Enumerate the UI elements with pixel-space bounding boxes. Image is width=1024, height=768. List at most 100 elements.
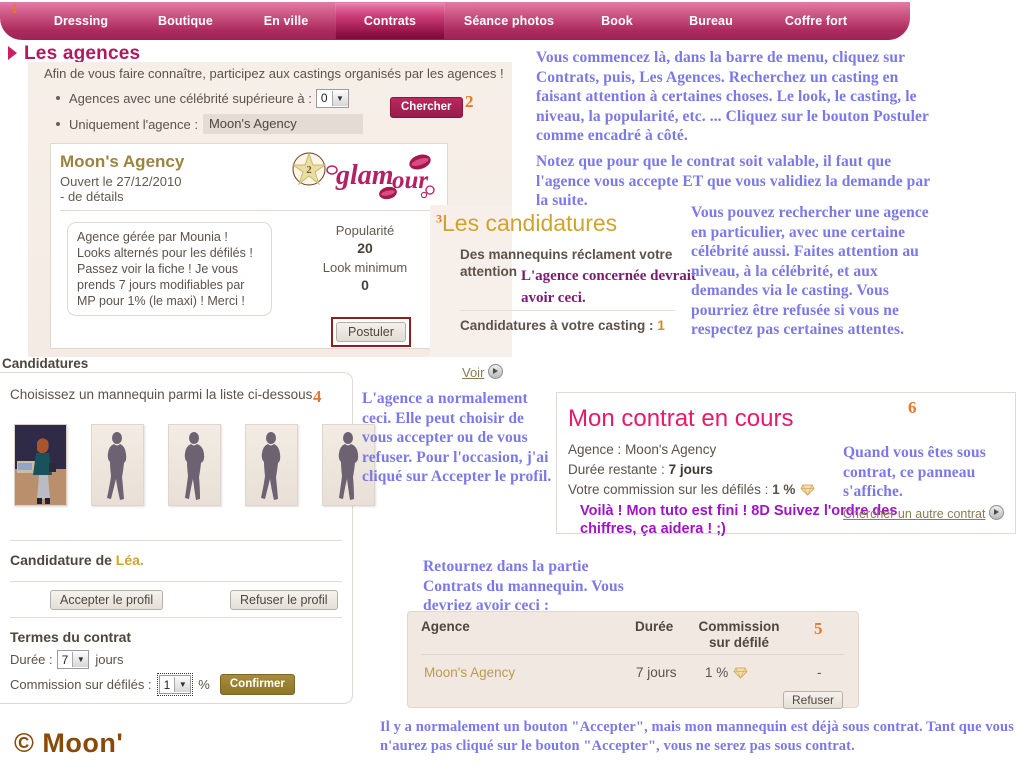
glamour-logo: glam our xyxy=(326,154,435,200)
current-contract-title: Mon contrat en cours xyxy=(568,405,794,432)
model-thumbnail-list xyxy=(14,424,375,506)
agency-card-opened: Ouvert le 27/12/2010 xyxy=(60,174,182,189)
diamond-icon xyxy=(733,667,748,679)
candidate-name: Léa. xyxy=(115,552,144,568)
duration-unit: jours xyxy=(95,652,124,667)
table-header-agency: Agence xyxy=(421,619,470,634)
search-other-contract-text: Chercher un autre contrat xyxy=(843,507,986,521)
play-arrow-icon xyxy=(989,505,1005,520)
svg-text:our: our xyxy=(392,167,428,194)
see-link-text: Voir xyxy=(462,365,485,380)
nav-item-coffre-fort[interactable]: Coffre fort xyxy=(761,3,871,40)
filter-celebrity: Agences avec une célébrité supérieure à … xyxy=(44,88,444,108)
model-photo xyxy=(15,425,66,505)
table-refuse-button[interactable]: Refuser xyxy=(783,691,844,709)
duration-select[interactable]: 7 ▼ xyxy=(56,650,90,669)
note-under-contract: Quand vous êtes sous contrat, ce panneau… xyxy=(843,444,986,500)
divider xyxy=(10,617,342,618)
nav-item-book[interactable]: Book xyxy=(573,3,661,40)
model-silhouette-thumb[interactable] xyxy=(91,424,144,506)
look-minimum-value: 0 xyxy=(361,277,369,293)
commission-select-value: 1 xyxy=(163,677,171,692)
candidatures-count-value: 1 xyxy=(657,318,665,333)
copyright-text: © Moon' xyxy=(14,728,124,758)
divider xyxy=(10,581,342,582)
contract-commission-label: Votre commission sur les défilés : xyxy=(568,482,769,497)
nav-item-en-ville[interactable]: En ville xyxy=(237,3,335,40)
popularity-value: 20 xyxy=(357,240,373,256)
divider xyxy=(460,310,675,311)
note-mid-right: Notez que pour que le contrat soit valab… xyxy=(536,153,930,209)
confirm-button[interactable]: Confirmer xyxy=(219,674,295,695)
duration-row: Durée : 7 ▼ jours xyxy=(10,650,124,669)
filter-celebrity-label: Agences avec une célébrité supérieure à … xyxy=(69,90,312,106)
note-return-to: Retournez dans la partie Contrats du man… xyxy=(423,558,624,614)
accept-profile-button[interactable]: Accepter le profil xyxy=(50,590,164,610)
agency-card-name: Moon's Agency xyxy=(60,152,185,171)
annotation-marker-1: 1 xyxy=(11,2,18,17)
model-silhouette-thumb[interactable] xyxy=(168,424,221,506)
filter-agency: Uniquement l'agence : Moon's Agency xyxy=(44,114,444,134)
candidatures-count-label: Candidatures à votre casting : xyxy=(460,318,654,333)
play-arrow-icon xyxy=(488,364,504,379)
search-other-contract-link[interactable]: Chercher un autre contrat xyxy=(843,505,1005,521)
model-silhouette-icon xyxy=(184,432,204,500)
duration-label: Durée : xyxy=(10,652,53,667)
contract-agency-value: Moon's Agency xyxy=(625,442,717,457)
commission-select[interactable]: 1 ▼ xyxy=(156,673,194,696)
svg-text:glam: glam xyxy=(335,160,394,191)
model-silhouette-icon xyxy=(338,432,358,500)
filters-list: Agences avec une célébrité supérieure à … xyxy=(44,88,444,140)
choose-model-text: Choisissez un mannequin parmi la liste c… xyxy=(10,387,313,402)
apply-button[interactable]: Postuler xyxy=(336,322,406,342)
nav-item-seance-photos[interactable]: Séance photos xyxy=(445,3,573,40)
nav-item-dressing[interactable]: Dressing xyxy=(28,3,134,40)
agency-description: Agence gérée par Mounia ! Looks alternés… xyxy=(67,222,272,316)
apply-button-highlight: Postuler xyxy=(331,317,411,347)
contract-remaining-value: 7 jours xyxy=(668,462,713,477)
nav-items: Dressing Boutique En ville Contrats Séan… xyxy=(0,2,910,40)
intro-text: Afin de vous faire connaître, participez… xyxy=(44,66,504,81)
search-button[interactable]: Chercher xyxy=(390,97,463,118)
nav-item-contrats[interactable]: Contrats xyxy=(335,2,445,40)
candidate-prefix: Candidature de xyxy=(10,552,112,568)
page-title-text: Les agences xyxy=(24,43,141,64)
annotation-marker-2: 2 xyxy=(465,92,474,111)
main-navigation[interactable]: Dressing Boutique En ville Contrats Séan… xyxy=(0,2,910,40)
nav-item-boutique[interactable]: Boutique xyxy=(134,3,237,40)
note-bottom: Il y a normalement un bouton "Accepter",… xyxy=(380,719,1014,754)
model-silhouette-thumb[interactable] xyxy=(245,424,298,506)
look-minimum-label: Look minimum xyxy=(322,260,408,275)
table-cell-duration: 7 jours xyxy=(636,665,677,680)
table-cell-status: - xyxy=(817,665,822,680)
model-silhouette-icon xyxy=(260,432,280,500)
refuse-profile-button[interactable]: Refuser le profil xyxy=(230,590,338,610)
model-silhouette-icon xyxy=(106,432,126,500)
celebrity-select[interactable]: 0 ▼ xyxy=(315,88,349,108)
annotation-marker-6: 6 xyxy=(908,398,917,417)
divider xyxy=(10,540,342,541)
agency-card-details-link[interactable]: - de détails xyxy=(60,189,124,204)
bullet-icon xyxy=(56,96,60,100)
commission-row: Commission sur défilés : 1 ▼ % Confirmer xyxy=(10,673,295,696)
nav-item-bureau[interactable]: Bureau xyxy=(661,3,761,40)
popularity-label: Popularité xyxy=(335,223,395,238)
candidate-name-row: Candidature de Léa. xyxy=(10,552,144,568)
agency-name-input[interactable]: Moon's Agency xyxy=(202,114,363,134)
model-photo-thumb[interactable] xyxy=(14,424,67,506)
divider xyxy=(421,654,844,655)
bullet-icon xyxy=(56,122,60,126)
table-header-duration: Durée xyxy=(635,619,674,634)
contract-agency-label: Agence : xyxy=(568,442,622,457)
chevron-down-icon: ▼ xyxy=(72,652,89,667)
commission-label: Commission sur défilés : xyxy=(10,677,152,692)
contract-agency-row: Agence : Moon's Agency xyxy=(568,442,716,457)
contract-remaining-label: Durée restante : xyxy=(568,462,665,477)
chevron-down-icon: ▼ xyxy=(331,90,348,106)
divider xyxy=(60,210,436,211)
candidatures-panel-header: Candidatures xyxy=(2,356,89,371)
see-link[interactable]: Voir xyxy=(462,364,504,380)
candidatures-count: Candidatures à votre casting : 1 xyxy=(460,318,665,333)
table-cell-commission: 1 % xyxy=(705,665,748,680)
triangle-icon xyxy=(8,46,17,60)
